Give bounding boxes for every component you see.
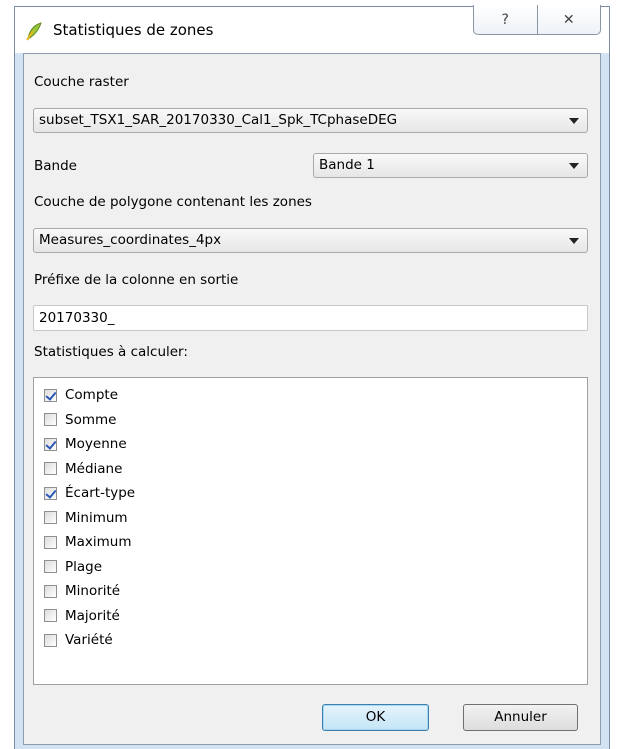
band-dropdown[interactable]: Bande 1 <box>313 153 588 178</box>
zonal-statistics-dialog: Statistiques de zones ? ✕ Couche raster … <box>14 5 610 749</box>
statistic-option-label: Écart-type <box>65 485 136 501</box>
ok-button[interactable]: OK <box>322 704 429 731</box>
statistic-option-label: Compte <box>65 387 119 403</box>
statistic-option[interactable]: Variété <box>44 630 113 650</box>
raster-layer-dropdown[interactable]: subset_TSX1_SAR_20170330_Cal1_Spk_TCphas… <box>33 108 588 133</box>
checkbox[interactable] <box>44 413 57 426</box>
checkbox[interactable] <box>44 462 57 475</box>
checkbox[interactable] <box>44 584 57 598</box>
statistics-list: Compte Somme Moyenne Médiane Écart-type Minim… <box>33 377 588 685</box>
prefix-input[interactable]: 20170330_ <box>33 305 588 331</box>
statistic-option[interactable]: Écart-type <box>44 483 135 503</box>
statistic-option-label: Majorité <box>65 607 120 624</box>
statistic-option[interactable]: Moyenne <box>44 434 127 454</box>
statistic-option-label: Plage <box>65 558 103 575</box>
window-title: Statistiques de zones <box>53 21 214 39</box>
statistic-option-label: Somme <box>65 411 117 428</box>
statistic-option[interactable]: Minimum <box>44 508 128 528</box>
statistic-option-label: Minimum <box>65 509 128 526</box>
title-buttons: ? ✕ <box>473 5 601 35</box>
statistic-option[interactable]: Médiane <box>44 459 122 479</box>
statistic-option[interactable]: Majorité <box>44 606 120 626</box>
chevron-down-icon <box>569 163 579 169</box>
statistic-option-label: Moyenne <box>65 436 127 452</box>
statistic-option-label: Maximum <box>65 534 132 550</box>
checkbox[interactable] <box>44 560 57 573</box>
statistic-option[interactable]: Somme <box>44 410 116 430</box>
checkbox[interactable] <box>44 511 57 524</box>
checkbox[interactable] <box>44 437 57 451</box>
polygon-layer-dropdown[interactable]: Measures_coordinates_4px <box>33 228 588 253</box>
statistic-option-label: Variété <box>65 632 113 648</box>
band-value: Bande 1 <box>319 157 375 173</box>
title-bar: Statistiques de zones ? ✕ <box>15 5 609 53</box>
checkbox[interactable] <box>44 486 57 500</box>
help-button[interactable]: ? <box>474 5 537 34</box>
statistic-option[interactable]: Minorité <box>44 581 120 601</box>
polygon-layer-label: Couche de polygone contenant les zones <box>34 194 312 210</box>
polygon-layer-value: Measures_coordinates_4px <box>39 232 222 248</box>
raster-layer-value: subset_TSX1_SAR_20170330_Cal1_Spk_TCphas… <box>39 112 398 128</box>
chevron-down-icon <box>569 118 579 124</box>
statistic-option-label: Médiane <box>65 460 123 477</box>
stats-label: Statistiques à calculer: <box>34 344 188 360</box>
raster-layer-label: Couche raster <box>34 74 129 90</box>
help-icon: ? <box>501 11 509 28</box>
checkbox[interactable] <box>44 633 57 647</box>
statistic-option[interactable]: Plage <box>44 557 102 577</box>
statistic-option-label: Minorité <box>65 583 121 599</box>
qgis-logo-icon <box>25 21 43 41</box>
prefix-label: Préfixe de la colonne en sortie <box>34 272 239 288</box>
band-label: Bande <box>34 158 77 174</box>
chevron-down-icon <box>569 238 579 244</box>
checkbox[interactable] <box>44 609 57 622</box>
close-button[interactable]: ✕ <box>536 5 601 34</box>
statistic-option[interactable]: Maximum <box>44 532 132 552</box>
checkbox[interactable] <box>44 388 57 402</box>
close-icon: ✕ <box>562 11 575 28</box>
checkbox[interactable] <box>44 535 57 549</box>
statistic-option[interactable]: Compte <box>44 385 118 405</box>
cancel-button[interactable]: Annuler <box>463 704 578 731</box>
dialog-body: Couche raster subset_TSX1_SAR_20170330_C… <box>23 53 601 745</box>
